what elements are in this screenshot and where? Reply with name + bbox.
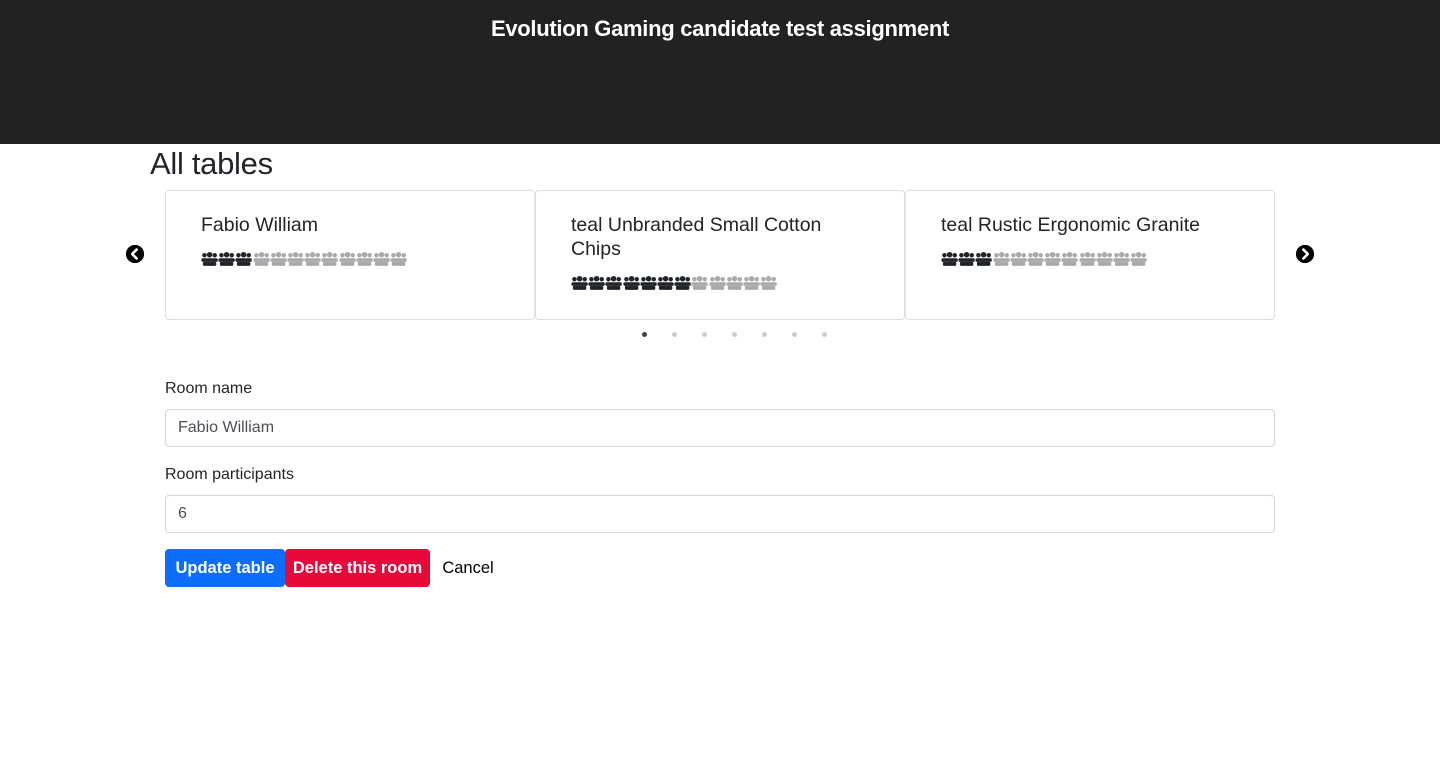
table-card-title: teal Rustic Ergonomic Granite (941, 214, 1201, 236)
table-card[interactable]: teal Unbranded Small Cotton Chips (535, 190, 905, 320)
occupied-seat-icon (235, 251, 253, 266)
empty-seat-icon (1078, 251, 1096, 266)
carousel-dot[interactable] (792, 332, 797, 337)
seat-indicator (941, 251, 1147, 268)
empty-seat-icon (304, 251, 321, 266)
carousel-prev-button[interactable] (126, 245, 144, 263)
empty-seat-icon (1044, 251, 1061, 266)
occupied-seat-icon (218, 251, 235, 266)
occupied-seat-icon (588, 275, 605, 290)
occupied-seat-icon (975, 251, 993, 266)
cancel-button[interactable]: Cancel (430, 549, 506, 587)
empty-seat-icon (992, 251, 1010, 266)
page-header: Evolution Gaming candidate test assignme… (0, 0, 1440, 144)
empty-seat-icon (373, 251, 390, 266)
occupied-seat-icon (674, 275, 691, 290)
empty-seat-icon (287, 251, 304, 266)
empty-seat-icon (321, 251, 339, 266)
empty-seat-icon (1113, 251, 1130, 266)
seat-indicator (201, 251, 407, 268)
occupied-seat-icon (571, 275, 588, 290)
empty-seat-icon (390, 251, 407, 266)
table-carousel: Fabio William teal Unbranded Small Cotto… (165, 190, 1275, 320)
carousel-dot[interactable] (672, 332, 677, 337)
occupied-seat-icon (201, 251, 218, 266)
empty-seat-icon (356, 251, 373, 266)
carousel-dot[interactable] (762, 332, 767, 337)
empty-seat-icon (708, 275, 726, 290)
occupied-seat-icon (657, 275, 674, 290)
empty-seat-icon (252, 251, 270, 266)
carousel-dot[interactable] (732, 332, 737, 337)
chevron-right-circle-icon (1296, 245, 1314, 263)
empty-seat-icon (726, 275, 743, 290)
empty-seat-icon (691, 275, 709, 290)
table-card-title: teal Unbranded Small Cotton Chips (571, 214, 822, 260)
occupied-seat-icon (958, 251, 975, 266)
empty-seat-icon (1027, 251, 1044, 266)
empty-seat-icon (1010, 251, 1027, 266)
table-card[interactable]: teal Rustic Ergonomic Granite (905, 190, 1275, 320)
app-title: Evolution Gaming candidate test assignme… (490, 16, 950, 41)
room-name-label: Room name (165, 380, 253, 397)
occupied-seat-icon (941, 251, 958, 266)
occupied-seat-icon (640, 275, 657, 290)
carousel-pagination (642, 332, 852, 337)
update-table-button[interactable]: Update table (165, 549, 285, 587)
room-name-input[interactable] (165, 409, 1275, 447)
room-participants-label: Room participants (165, 466, 294, 483)
empty-seat-icon (1061, 251, 1079, 266)
table-card-title: Fabio William (201, 214, 319, 236)
carousel-dot[interactable] (702, 332, 707, 337)
occupied-seat-icon (605, 275, 623, 290)
carousel-dot[interactable] (642, 332, 647, 337)
empty-seat-icon (760, 275, 777, 290)
empty-seat-icon (270, 251, 287, 266)
carousel-dot[interactable] (822, 332, 827, 337)
occupied-seat-icon (622, 275, 640, 290)
page-title: All tables (150, 146, 273, 181)
table-card[interactable]: Fabio William (165, 190, 535, 320)
delete-room-button[interactable]: Delete this room (285, 549, 430, 587)
empty-seat-icon (1130, 251, 1147, 266)
empty-seat-icon (743, 275, 760, 290)
empty-seat-icon (338, 251, 356, 266)
room-participants-input[interactable] (165, 495, 1275, 533)
chevron-left-circle-icon (126, 245, 144, 263)
seat-indicator (571, 275, 777, 292)
empty-seat-icon (1096, 251, 1113, 266)
carousel-next-button[interactable] (1296, 245, 1314, 263)
